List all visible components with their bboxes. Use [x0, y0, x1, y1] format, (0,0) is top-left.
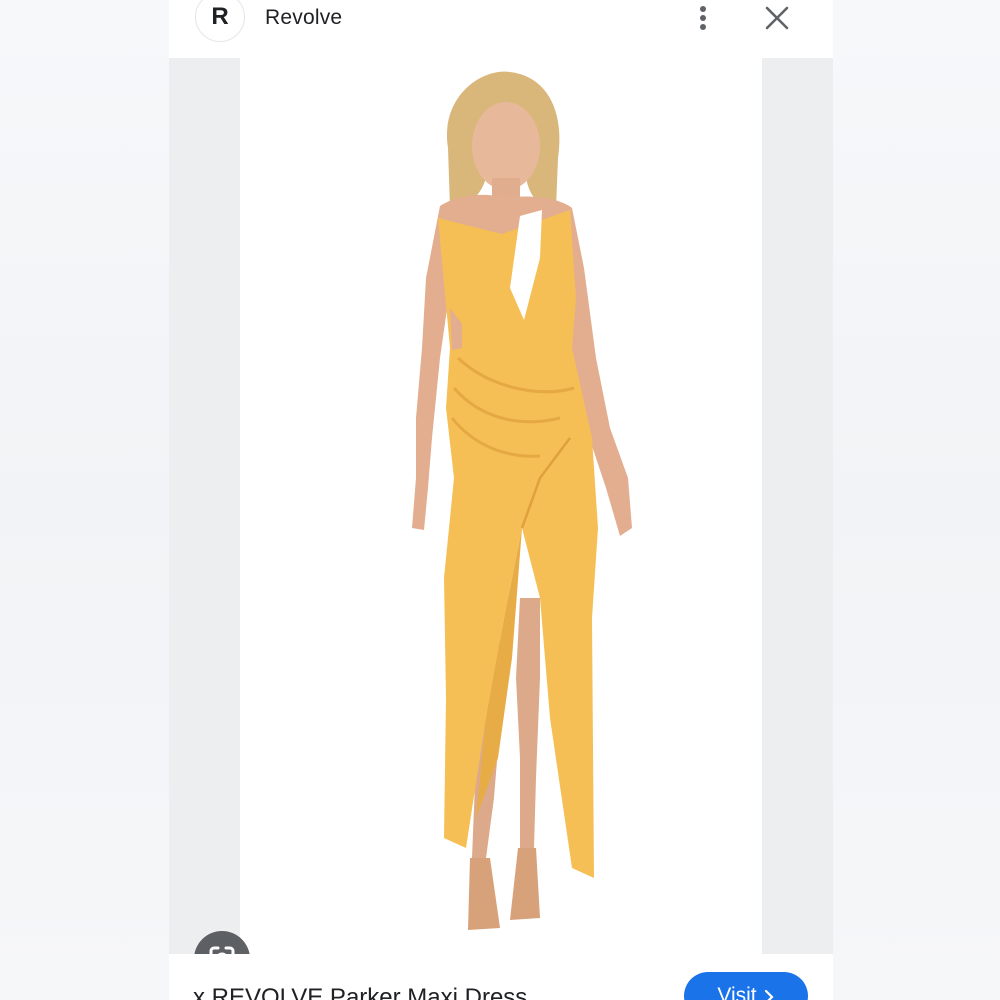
chevron-right-icon [764, 989, 774, 1000]
result-footer: x REVOLVE Parker Maxi Dress Visit [169, 954, 833, 1000]
more-options-button[interactable] [687, 2, 719, 34]
source-logo[interactable]: R [195, 0, 245, 42]
preview-header: R Revolve [169, 0, 833, 58]
visit-button[interactable]: Visit [684, 972, 808, 1000]
source-logo-letter: R [211, 3, 229, 30]
visit-label: Visit [717, 984, 757, 1000]
source-name[interactable]: Revolve [265, 6, 342, 30]
more-vert-icon [700, 6, 706, 30]
close-icon [765, 6, 789, 30]
close-button[interactable] [761, 2, 793, 34]
image-preview-panel: R Revolve x REVOLVE Parker Maxi Dress Vi… [169, 0, 833, 1000]
image-viewer[interactable] [169, 58, 833, 987]
model-in-dress-illustration [412, 71, 632, 930]
background-right [833, 0, 1000, 1000]
background-left [0, 0, 169, 1000]
product-photo[interactable] [240, 58, 762, 954]
result-title[interactable]: x REVOLVE Parker Maxi Dress [193, 984, 527, 1000]
